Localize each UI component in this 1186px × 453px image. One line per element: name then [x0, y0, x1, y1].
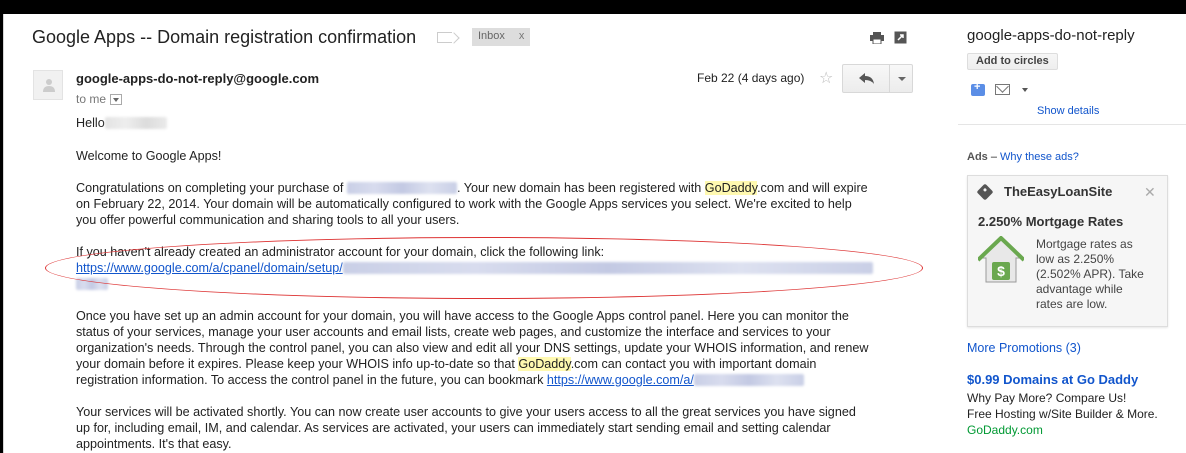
p1-text-a: Congratulations on completing your purch… — [76, 181, 344, 195]
ad-site-name[interactable]: TheEasyLoanSite — [1004, 184, 1112, 199]
more-promotions-link[interactable]: More Promotions (3) — [967, 341, 1081, 355]
ads-dash: – — [987, 151, 1001, 163]
paragraph-3-line-1: Once you have set up an admin account fo… — [76, 309, 849, 323]
more-actions-button[interactable] — [889, 64, 913, 93]
ad-desc-line-4: advantage while — [1036, 282, 1123, 296]
paragraph-4-line-1: Your services will be activated shortly.… — [76, 405, 856, 419]
paragraph-4-line-2: up for, including email, IM, and calenda… — [76, 421, 831, 435]
ad-title[interactable]: 2.250% Mortgage Rates — [978, 214, 1123, 229]
ad-desc-line-2: low as 2.250% — [1036, 252, 1115, 266]
ad-desc-line-3: (2.502% APR). Take — [1036, 267, 1144, 281]
redacted-name — [104, 117, 167, 129]
ad-card[interactable]: TheEasyLoanSite ✕ 2.250% Mortgage Rates … — [967, 175, 1168, 327]
important-marker-icon[interactable] — [437, 32, 452, 43]
ad2-title-link[interactable]: $0.99 Domains at Go Daddy — [967, 372, 1138, 387]
ads-header: Ads – Why these ads? — [967, 151, 1079, 163]
reply-button[interactable] — [842, 64, 890, 93]
house-icon: $ — [978, 236, 1024, 283]
close-icon[interactable]: ✕ — [1144, 184, 1156, 201]
mail-icon[interactable] — [995, 84, 1010, 95]
redacted-domain — [346, 182, 457, 194]
person-icon — [43, 79, 55, 92]
add-to-circles-button[interactable]: Add to circles — [967, 53, 1058, 70]
divider — [958, 124, 1186, 125]
contact-name: google-apps-do-not-reply — [967, 27, 1135, 44]
paragraph-3-line-4: your domain before it expires. Please ke… — [76, 356, 816, 372]
godaddy-highlight-2: GoDaddy — [518, 357, 571, 371]
ad2-url[interactable]: GoDaddy.com — [967, 423, 1043, 437]
ad2-line-1: Why Pay More? Compare Us! — [967, 391, 1127, 405]
paragraph-3-line-5: registration information. To access the … — [76, 372, 804, 388]
why-these-ads-link[interactable]: Why these ads? — [1000, 151, 1079, 163]
ad-desc-line-1: Mortgage rates as — [1036, 237, 1133, 251]
window-left-edge — [0, 14, 12, 453]
paragraph-3-line-3: organization's needs. Through the contro… — [76, 341, 869, 355]
p1-text-b: . Your new domain has been registered wi… — [456, 181, 702, 195]
tag-icon — [976, 183, 994, 201]
control-panel-link[interactable]: https://www.google.com/a/ — [547, 373, 694, 387]
chevron-down-icon[interactable] — [1022, 88, 1028, 92]
annotation-ellipse — [45, 237, 923, 299]
email-date: Feb 22 (4 days ago) — [697, 71, 805, 85]
star-icon[interactable]: ☆ — [819, 68, 833, 88]
p3-text-a: your domain before it expires. Please ke… — [76, 357, 515, 371]
ads-label: Ads — [967, 151, 988, 163]
paragraph-4-line-3: appointments. It's that easy. — [76, 437, 232, 451]
inbox-label-remove[interactable]: x — [519, 30, 525, 42]
redacted-domain-2 — [693, 374, 804, 386]
godaddy-highlight: GoDaddy — [704, 181, 758, 195]
paragraph-3-line-2: status of your services, manage your use… — [76, 325, 831, 339]
recipient-line: to me — [76, 92, 123, 106]
popout-icon[interactable] — [894, 31, 907, 44]
p1-text-c: .com and will expire — [757, 181, 868, 195]
avatar[interactable] — [33, 70, 63, 100]
email-subject: Google Apps -- Domain registration confi… — [32, 27, 417, 47]
reply-icon — [859, 73, 874, 84]
paragraph-1-line-1: Congratulations on completing your purch… — [76, 180, 868, 196]
p3-text-b: .com can contact you with important doma… — [570, 357, 817, 371]
greeting-line: Hello — [76, 115, 167, 131]
gmail-window: Google Apps -- Domain registration confi… — [0, 0, 1186, 453]
inbox-label[interactable]: Inbox x — [472, 28, 531, 46]
plus-icon[interactable] — [971, 81, 985, 96]
p3-text-c: registration information. To access the … — [76, 373, 544, 387]
print-icon[interactable] — [870, 32, 884, 44]
inbox-label-text: Inbox — [478, 30, 505, 42]
svg-text:$: $ — [997, 263, 1005, 279]
window-top-edge — [0, 0, 1186, 14]
greeting: Hello — [76, 116, 105, 130]
welcome-line: Welcome to Google Apps! — [76, 149, 222, 163]
paragraph-1-line-2: on February 22, 2014. Your domain will b… — [76, 197, 852, 211]
paragraph-1-line-3: you offer powerful communication and sha… — [76, 213, 460, 227]
ad-desc-line-5: rates are low. — [1036, 297, 1108, 311]
show-details-dropdown-icon[interactable] — [110, 94, 123, 105]
sender-email[interactable]: google-apps-do-not-reply@google.com — [76, 71, 319, 86]
recipient-text: to me — [76, 92, 107, 106]
ad2-line-2: Free Hosting w/Site Builder & More. — [967, 407, 1158, 421]
show-details-link[interactable]: Show details — [1037, 105, 1099, 117]
